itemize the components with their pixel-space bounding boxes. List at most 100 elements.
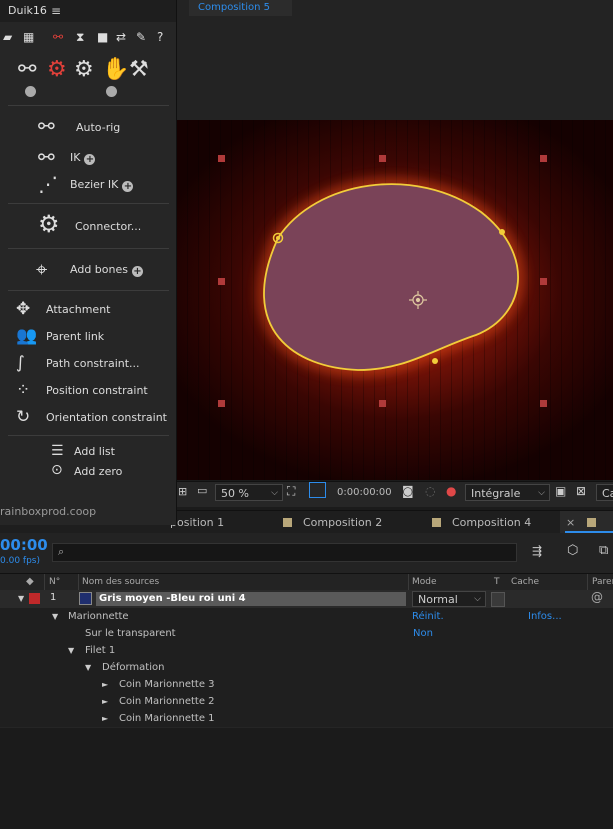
tab-composition-1[interactable]: position 1 <box>170 511 224 534</box>
bezier-ik-icon: ⋰ <box>38 172 58 196</box>
layer-name[interactable]: Gris moyen -Bleu roi uni 4 <box>96 592 406 606</box>
layer-number: 1 <box>50 592 57 603</box>
links-icon[interactable]: ⚯ <box>18 57 36 82</box>
column-parent[interactable]: Paren <box>592 574 613 590</box>
attachment-label: Attachment <box>46 303 111 316</box>
tab-composition-4[interactable]: Composition 4 <box>432 511 531 534</box>
settings-icon[interactable] <box>25 86 36 97</box>
property-row-coin-3[interactable]: ► Coin Marionnette 3 <box>0 676 613 694</box>
file-icon[interactable]: ▰ <box>3 30 12 44</box>
column-number[interactable]: N° <box>49 574 60 590</box>
tab-label: Composition 2 <box>303 516 383 529</box>
add-bones-label-wrap: Add bones + <box>70 263 143 277</box>
zoom-select[interactable]: 50 % ⌵ <box>215 484 283 501</box>
show-snapshot-icon[interactable]: ◌ <box>425 484 435 498</box>
rigging-icon[interactable]: ⚯ <box>53 30 63 44</box>
settings-icon[interactable] <box>106 86 117 97</box>
add-icon[interactable]: + <box>131 266 143 277</box>
divider <box>8 105 169 106</box>
property-row-deformation[interactable]: ▼ Déformation <box>0 659 613 677</box>
close-icon[interactable]: × <box>566 516 575 529</box>
viewer-timecode[interactable]: 0:00:00:00 <box>337 487 392 498</box>
chevron-down-icon: ⌵ <box>474 594 481 604</box>
monitor-icon[interactable]: ▭ <box>197 484 207 497</box>
mesh-shape[interactable] <box>263 183 519 371</box>
camera-icon[interactable]: ■ <box>97 30 108 44</box>
swap-icon[interactable]: ⇄ <box>116 30 126 44</box>
hourglass-icon[interactable]: ⧗ <box>76 30 84 45</box>
channel-icon[interactable]: ● <box>446 484 456 498</box>
column-track-matte[interactable]: T <box>494 574 500 590</box>
panel-title: Duik16 <box>8 4 47 17</box>
animation-icon[interactable]: ⚙ <box>74 57 94 82</box>
expand-triangle-icon[interactable]: ► <box>102 710 108 727</box>
snapshot-icon[interactable]: ◙ <box>402 484 414 498</box>
expand-triangle-icon[interactable]: ▼ <box>52 608 58 625</box>
layer-search-input[interactable]: ⌕ <box>52 543 517 562</box>
property-row-transparent[interactable]: Sur le transparent Non <box>0 625 613 643</box>
resolution-select[interactable]: Intégrale ⌵ <box>465 484 550 501</box>
property-row-coin-1[interactable]: ► Coin Marionnette 1 <box>0 710 613 728</box>
orientation-constraint-icon: ↻ <box>16 407 31 427</box>
expand-triangle-icon[interactable]: ► <box>102 676 108 693</box>
blend-mode-value: Normal <box>418 593 458 606</box>
property-value[interactable]: Non <box>413 625 433 642</box>
attachment-icon: ✥ <box>16 299 31 319</box>
label-color-swatch <box>283 518 292 527</box>
zero-icon: ⊙ <box>51 462 63 478</box>
track-matte-box[interactable] <box>491 592 505 607</box>
property-name: Filet 1 <box>85 645 116 656</box>
search-icon: ⌕ <box>58 545 65 558</box>
add-icon[interactable]: + <box>84 154 96 165</box>
label-icon: ◆ <box>26 576 34 587</box>
column-cache[interactable]: Cache <box>511 574 539 590</box>
duik-toolbar: ▰ ▦ ⚯ ⧗ ■ ⇄ ✎ ? <box>3 30 173 46</box>
motion-blur-icon[interactable]: ⧉ <box>599 543 608 558</box>
property-row-coin-2[interactable]: ► Coin Marionnette 2 <box>0 693 613 711</box>
wrench-icon[interactable]: ✎ <box>136 30 146 44</box>
column-mode[interactable]: Mode <box>412 574 437 590</box>
grid-icon[interactable]: ⊞ <box>178 485 187 498</box>
add-icon[interactable]: + <box>122 181 134 192</box>
tab-composition-5[interactable]: Composition 5 <box>189 0 292 16</box>
help-icon[interactable]: ? <box>157 30 163 44</box>
hand-icon[interactable]: ✋ <box>102 57 129 82</box>
autorig-label: Auto-rig <box>76 121 121 134</box>
divider <box>8 203 169 204</box>
tab-composition-2[interactable]: Composition 2 <box>283 511 382 534</box>
expand-triangle-icon[interactable]: ▼ <box>68 642 74 659</box>
property-row-marionnette[interactable]: ▼ Marionnette Réinit. Infos... <box>0 608 613 626</box>
expand-triangle-icon[interactable]: ▼ <box>85 659 91 676</box>
checkerboard-icon[interactable]: ⊠ <box>576 484 586 498</box>
transparency-grid-icon[interactable] <box>309 482 326 498</box>
orientation-constraint-label: Orientation constraint <box>46 411 167 424</box>
position-constraint-label: Position constraint <box>46 384 148 397</box>
blend-mode-select[interactable]: Normal ⌵ <box>412 591 486 607</box>
connector-label: Connector... <box>75 220 142 233</box>
reset-link[interactable]: Réinit. <box>412 608 444 625</box>
pickwhip-icon[interactable]: @ <box>591 590 603 604</box>
camera-select[interactable]: Ca <box>596 484 613 501</box>
property-name: Sur le transparent <box>85 628 176 639</box>
puppet-shape-layer[interactable] <box>176 120 613 480</box>
position-constraint-icon: ⁘ <box>16 380 31 400</box>
hamburger-icon[interactable]: ≡ <box>51 0 61 22</box>
label-color-swatch[interactable] <box>29 593 40 604</box>
footer-link[interactable]: rainboxprod.coop <box>0 505 96 518</box>
calculator-icon[interactable]: ▦ <box>23 30 34 44</box>
current-time[interactable]: 00:00 <box>0 536 48 554</box>
expand-triangle-icon[interactable]: ▼ <box>18 594 24 603</box>
property-name: Coin Marionnette 1 <box>119 713 215 724</box>
tools-icon[interactable]: ⚒ <box>129 57 149 82</box>
property-row-filet[interactable]: ▼ Filet 1 <box>0 642 613 660</box>
fast-preview-icon[interactable]: ▣ <box>555 484 566 498</box>
solid-layer-icon <box>79 592 92 605</box>
flowchart-icon[interactable]: ⇶ <box>532 544 542 558</box>
info-link[interactable]: Infos... <box>528 608 562 625</box>
column-source-name[interactable]: Nom des sources <box>82 574 159 590</box>
expand-triangle-icon[interactable]: ► <box>102 693 108 710</box>
region-of-interest-icon[interactable]: ⛶ <box>287 484 295 499</box>
effect-name: Marionnette <box>68 611 129 622</box>
3d-layer-icon[interactable]: ⬡ <box>567 543 578 558</box>
automation-icon[interactable]: ⚙ <box>47 57 67 82</box>
